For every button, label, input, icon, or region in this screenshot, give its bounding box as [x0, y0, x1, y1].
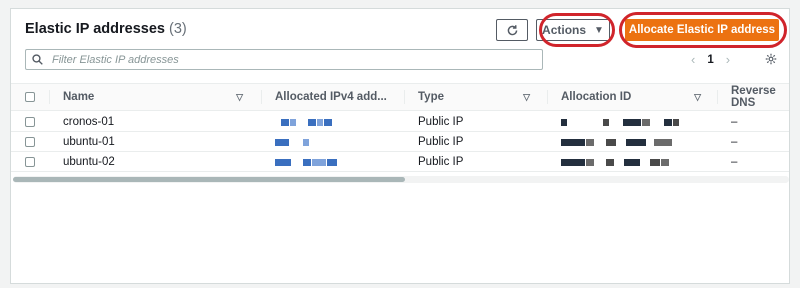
row-type: Public IP — [418, 156, 464, 168]
table-row[interactable]: cronos-01 Public IP – — [11, 112, 789, 132]
actions-dropdown-button[interactable]: Actions ▼ — [536, 19, 610, 41]
chevron-left-icon[interactable]: ‹ — [691, 52, 695, 67]
elastic-ip-panel: Elastic IP addresses (3) Actions ▼ Alloc… — [10, 8, 790, 284]
row-allocation-id-redacted — [561, 152, 670, 172]
table-row[interactable]: ubuntu-01 Public IP – — [11, 132, 789, 152]
row-reverse-dns: – — [731, 116, 738, 128]
table-row[interactable]: ubuntu-02 Public IP – — [11, 152, 789, 172]
row-checkbox[interactable] — [25, 157, 35, 167]
row-allocation-id-redacted — [561, 132, 673, 152]
current-page[interactable]: 1 — [707, 54, 713, 66]
row-name: ubuntu-01 — [63, 136, 115, 148]
settings-icon — [765, 53, 777, 65]
filter-input[interactable] — [50, 52, 534, 67]
sort-icon: ▽ — [523, 91, 530, 102]
filter-search-box[interactable] — [25, 49, 543, 70]
row-allocation-id-redacted — [561, 112, 680, 132]
column-reverse-dns[interactable]: Reverse DNS — [731, 84, 800, 110]
row-reverse-dns: – — [731, 136, 738, 148]
settings-button[interactable] — [765, 52, 777, 70]
horizontal-scrollbar[interactable] — [13, 176, 789, 183]
row-ip-redacted — [281, 112, 333, 132]
allocate-label: Allocate Elastic IP address — [628, 24, 776, 36]
column-type[interactable]: Type ▽ — [418, 84, 540, 110]
row-name: ubuntu-02 — [63, 156, 115, 168]
row-name: cronos-01 — [63, 116, 115, 128]
row-checkbox[interactable] — [25, 137, 35, 147]
result-count: (3) — [169, 21, 187, 37]
column-allocation-id[interactable]: Allocation ID ▽ — [561, 84, 711, 110]
allocate-elastic-ip-button[interactable]: Allocate Elastic IP address — [625, 19, 779, 41]
row-reverse-dns: – — [731, 156, 738, 168]
select-all-checkbox[interactable] — [25, 92, 35, 102]
page-title: Elastic IP addresses (3) — [25, 21, 187, 37]
select-all-cell — [25, 84, 35, 110]
row-type: Public IP — [418, 116, 464, 128]
sort-icon: ▽ — [694, 91, 701, 102]
row-checkbox[interactable] — [25, 117, 35, 127]
column-allocated-ipv4[interactable]: Allocated IPv4 add... — [275, 84, 407, 110]
chevron-right-icon[interactable]: › — [726, 52, 730, 67]
refresh-icon — [507, 24, 517, 35]
sort-icon: ▽ — [236, 91, 243, 102]
page-title-text: Elastic IP addresses — [25, 21, 165, 37]
refresh-button[interactable] — [496, 19, 528, 41]
search-icon — [32, 54, 43, 65]
row-ip-redacted — [275, 132, 310, 152]
caret-down-icon: ▼ — [594, 24, 604, 36]
column-name[interactable]: Name ▽ — [63, 84, 253, 110]
scrollbar-thumb[interactable] — [13, 177, 405, 182]
row-type: Public IP — [418, 136, 464, 148]
actions-label: Actions — [542, 23, 587, 37]
pagination: ‹ 1 › — [691, 52, 730, 67]
table-header: Name ▽ Allocated IPv4 add... Type ▽ Allo… — [11, 83, 789, 111]
row-ip-redacted — [275, 152, 338, 172]
